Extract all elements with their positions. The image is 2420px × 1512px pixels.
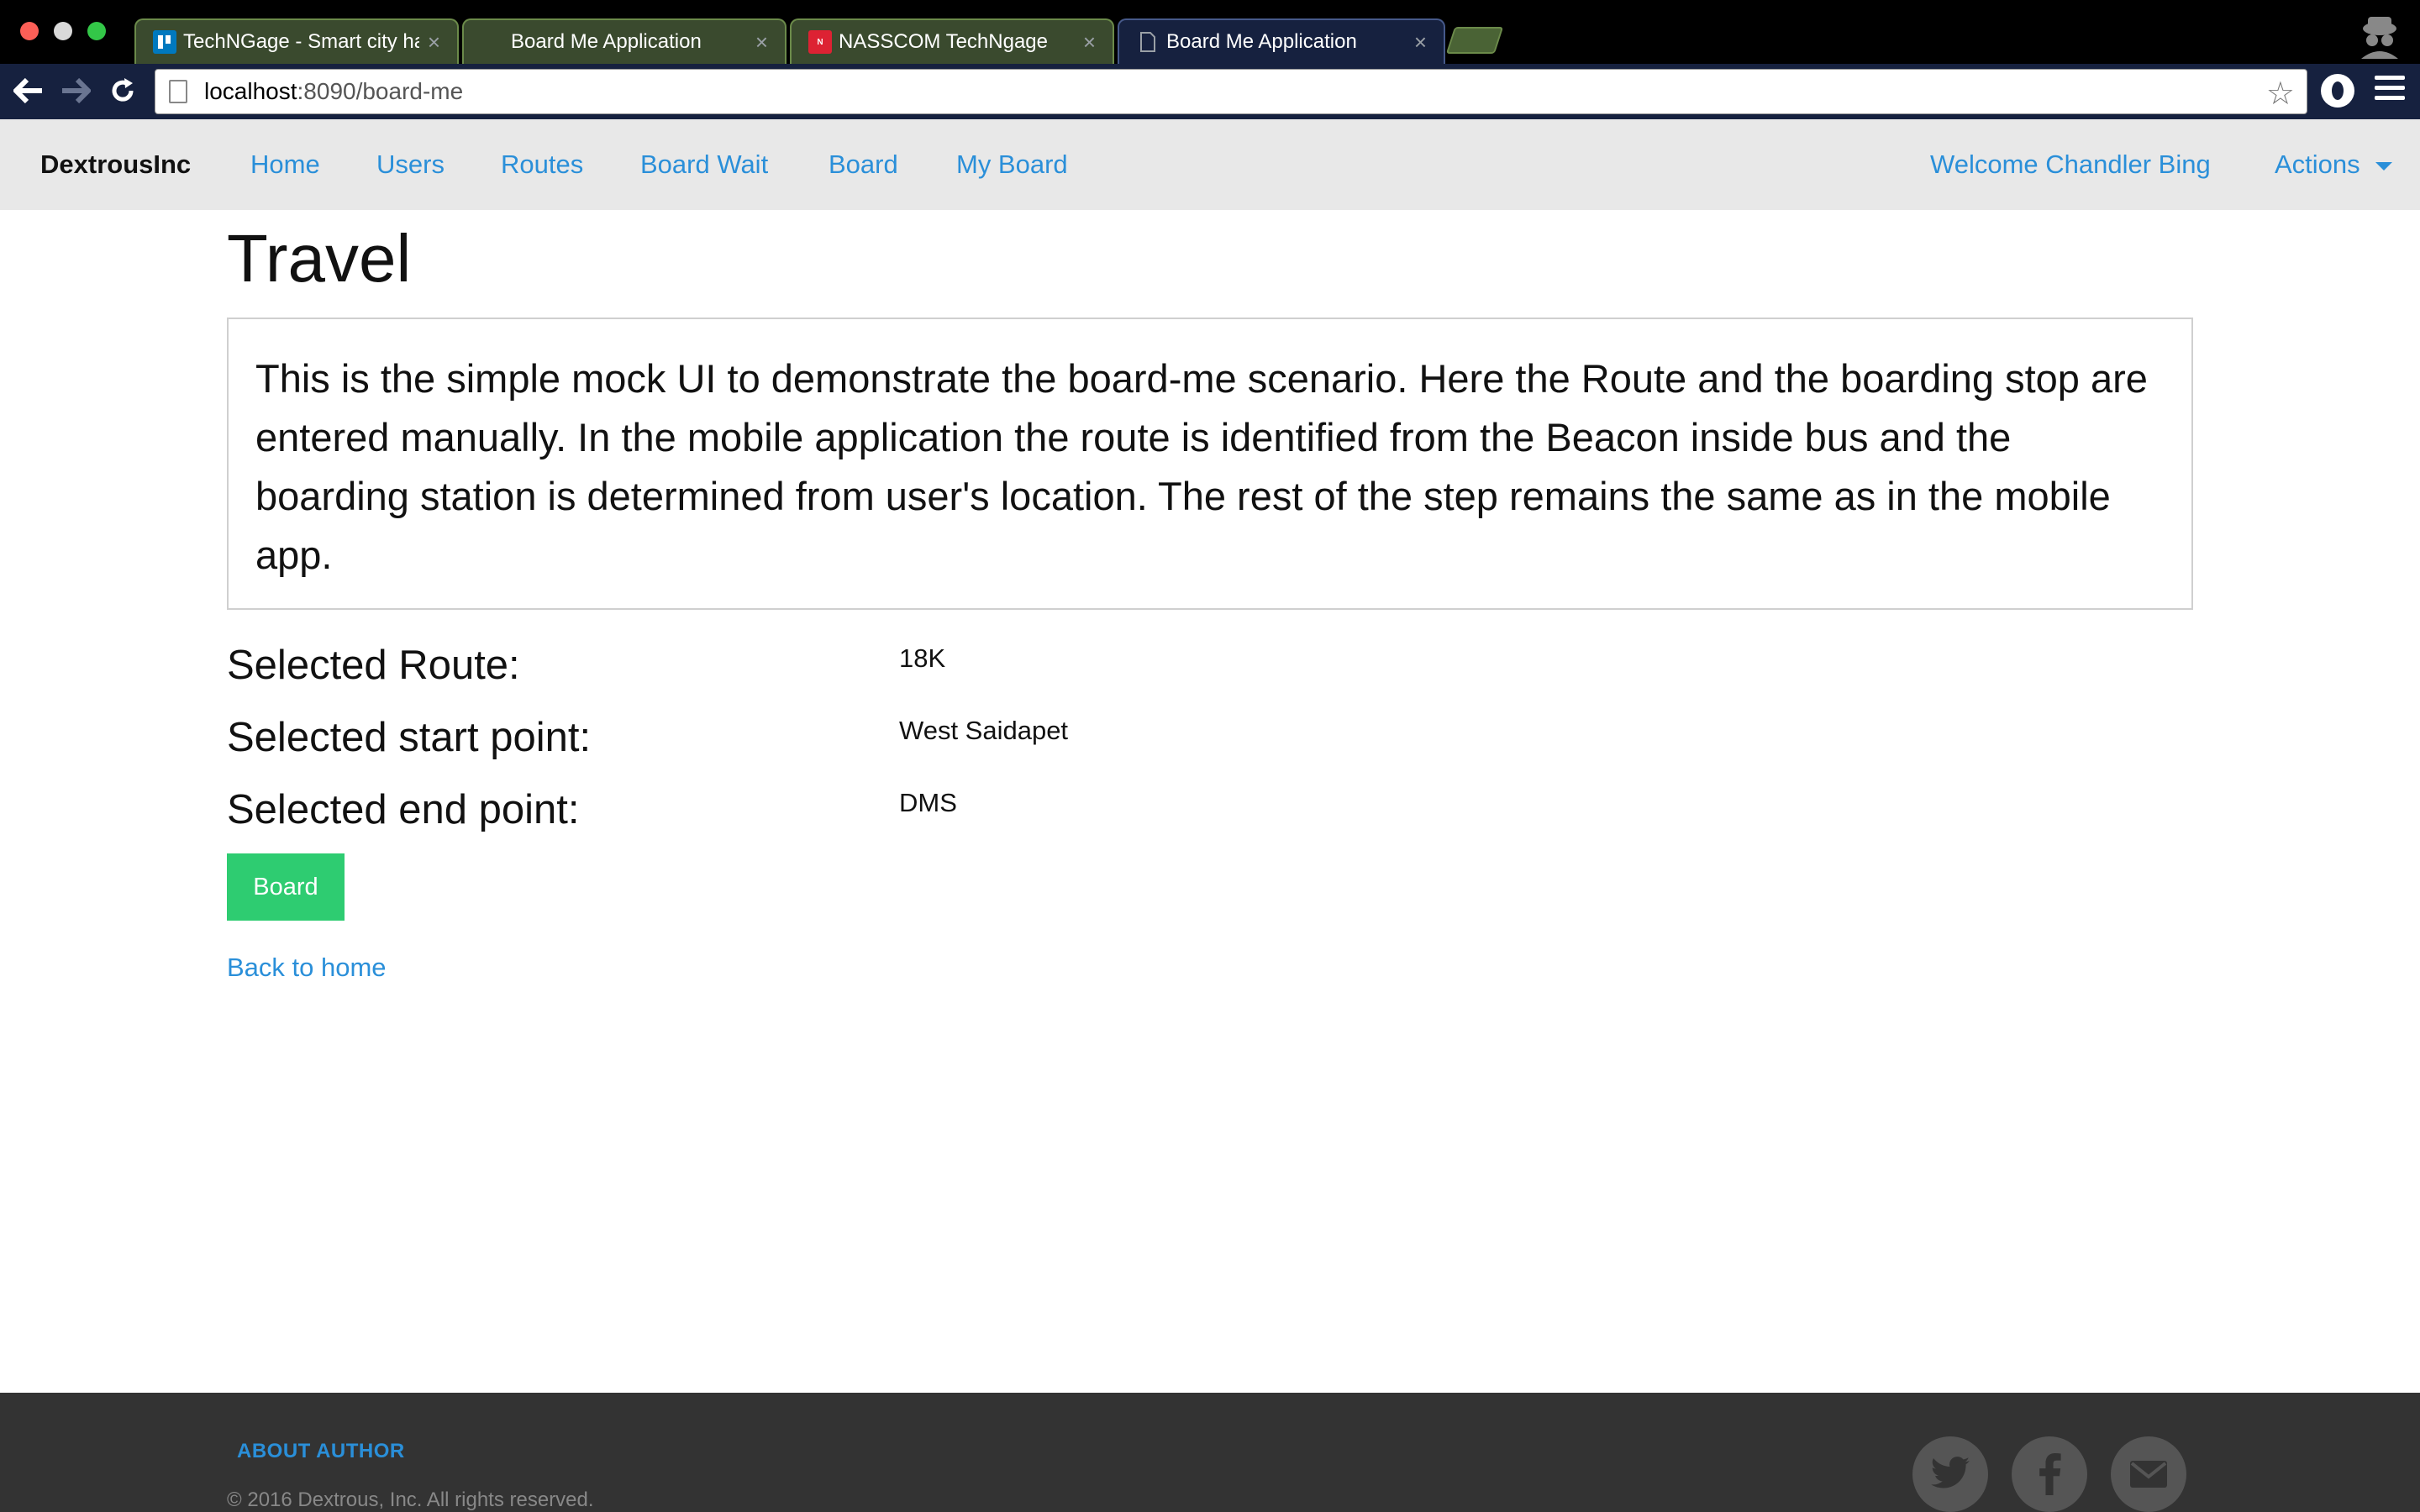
- welcome-user-link[interactable]: Welcome Chandler Bing: [1930, 150, 2211, 180]
- app-navbar: DextrousInc Home Users Routes Board Wait…: [0, 119, 2420, 210]
- document-icon: [1136, 30, 1160, 54]
- nav-users[interactable]: Users: [376, 150, 445, 180]
- tab-close-icon[interactable]: ×: [1083, 29, 1096, 55]
- trello-icon: [153, 30, 176, 54]
- selected-start-value: West Saidapet: [899, 716, 1069, 745]
- selected-start-label: Selected start point:: [227, 715, 592, 760]
- forward-arrow-icon[interactable]: [57, 72, 94, 109]
- selected-route-value: 18K: [899, 643, 946, 673]
- nasscom-icon: N: [808, 30, 832, 54]
- back-to-home-link[interactable]: Back to home: [227, 953, 387, 983]
- reload-icon[interactable]: [104, 72, 141, 109]
- tab-close-icon[interactable]: ×: [1414, 29, 1427, 55]
- selected-route-label: Selected Route:: [227, 643, 520, 688]
- nav-board-wait[interactable]: Board Wait: [640, 150, 768, 180]
- bookmark-star-icon[interactable]: ☆: [2266, 75, 2295, 113]
- browser-tab-2[interactable]: Board Me Application ×: [462, 18, 786, 64]
- actions-label: Actions: [2275, 150, 2360, 179]
- description-text: This is the simple mock UI to demonstrat…: [255, 356, 2148, 577]
- facebook-icon[interactable]: [2012, 1436, 2087, 1512]
- maximize-window-button[interactable]: [87, 22, 106, 40]
- extension-icon[interactable]: [2321, 74, 2354, 108]
- nav-routes[interactable]: Routes: [501, 150, 583, 180]
- about-author-link[interactable]: ABOUT AUTHOR: [237, 1440, 405, 1463]
- page-footer: ABOUT AUTHOR © 2016 Dextrous, Inc. All r…: [0, 1393, 2420, 1512]
- url-host: localhost: [204, 78, 297, 104]
- brand-logo[interactable]: DextrousInc: [40, 150, 191, 180]
- tab-close-icon[interactable]: ×: [755, 29, 768, 55]
- selected-end-value: DMS: [899, 788, 957, 817]
- tab-close-icon[interactable]: ×: [428, 29, 440, 55]
- back-arrow-icon[interactable]: [10, 72, 47, 109]
- tab-title: NASSCOM TechNgage: [839, 30, 1048, 53]
- actions-dropdown[interactable]: Actions: [2275, 150, 2392, 180]
- nav-my-board[interactable]: My Board: [956, 150, 1068, 180]
- browser-tab-active[interactable]: Board Me Application ×: [1118, 18, 1445, 64]
- page-title: Travel: [227, 221, 412, 296]
- close-window-button[interactable]: [20, 22, 39, 40]
- browser-toolbar: localhost:8090/board-me ☆: [0, 64, 2420, 119]
- tab-title: Board Me Application: [1166, 30, 1357, 53]
- nav-board[interactable]: Board: [829, 150, 898, 180]
- copyright-text: © 2016 Dextrous, Inc. All rights reserve…: [227, 1488, 594, 1511]
- address-bar[interactable]: localhost:8090/board-me ☆: [155, 69, 2307, 114]
- nav-home[interactable]: Home: [250, 150, 320, 180]
- browser-tab-3[interactable]: N NASSCOM TechNgage ×: [790, 18, 1114, 64]
- board-button[interactable]: Board: [227, 853, 345, 921]
- browser-menu-icon[interactable]: [2375, 76, 2405, 106]
- selected-end-label: Selected end point:: [227, 787, 580, 832]
- browser-titlebar: TechNGage - Smart city ha × Board Me App…: [0, 0, 2420, 64]
- caret-down-icon: [2375, 161, 2392, 171]
- new-tab-button[interactable]: [1445, 27, 1504, 54]
- tab-title: Board Me Application: [511, 30, 702, 53]
- incognito-icon: [2361, 17, 2398, 59]
- page-icon: [169, 80, 187, 103]
- browser-tab-1[interactable]: TechNGage - Smart city ha ×: [134, 18, 459, 64]
- email-icon[interactable]: [2111, 1436, 2186, 1512]
- document-icon: [481, 30, 504, 54]
- tab-title: TechNGage - Smart city ha: [183, 30, 419, 53]
- url-path: :8090/board-me: [297, 78, 464, 104]
- minimize-window-button[interactable]: [54, 22, 72, 40]
- twitter-icon[interactable]: [1912, 1436, 1988, 1512]
- description-panel: This is the simple mock UI to demonstrat…: [227, 318, 2193, 610]
